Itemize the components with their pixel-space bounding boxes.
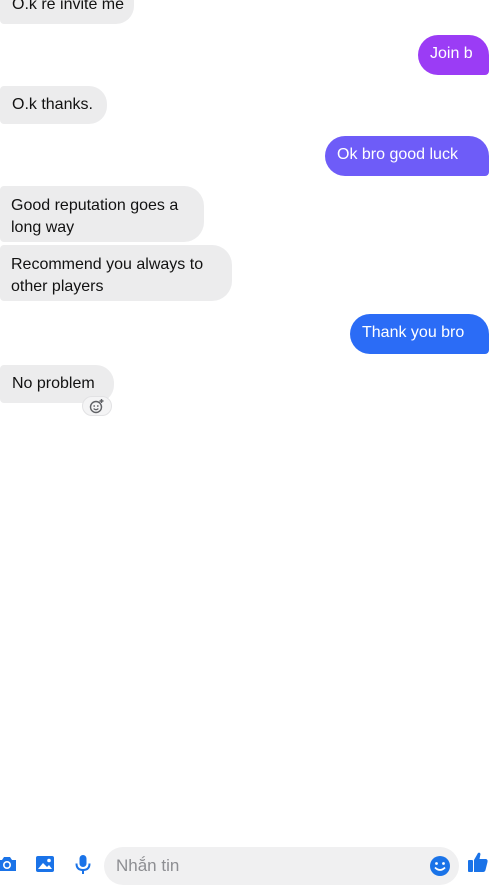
emoji-icon[interactable] — [429, 855, 451, 877]
add-reaction-button[interactable] — [82, 396, 112, 416]
message-input[interactable]: Nhắn tin — [104, 847, 459, 885]
message-bubble-outgoing[interactable]: Thank you bro — [350, 314, 489, 354]
gallery-icon[interactable] — [34, 853, 56, 875]
message-bubble-incoming[interactable]: Good reputation goes a long way — [0, 186, 204, 242]
microphone-icon[interactable] — [72, 853, 94, 875]
message-bubble-incoming[interactable]: O.k thanks. — [0, 86, 107, 124]
composer-bar: Nhắn tin — [0, 420, 500, 885]
message-bubble-outgoing[interactable]: Join b — [418, 35, 489, 75]
thumbs-up-icon[interactable] — [466, 850, 490, 874]
message-bubble-incoming[interactable]: O.k re invite me — [0, 0, 134, 24]
add-reaction-icon — [89, 399, 104, 414]
camera-icon[interactable] — [0, 853, 18, 875]
message-input-placeholder: Nhắn tin — [116, 856, 180, 875]
message-bubble-outgoing[interactable]: Ok bro good luck — [325, 136, 489, 176]
message-bubble-incoming[interactable]: Recommend you always to other players — [0, 245, 232, 301]
message-thread: O.k re invite me Join b O.k thanks. Ok b… — [0, 0, 500, 420]
